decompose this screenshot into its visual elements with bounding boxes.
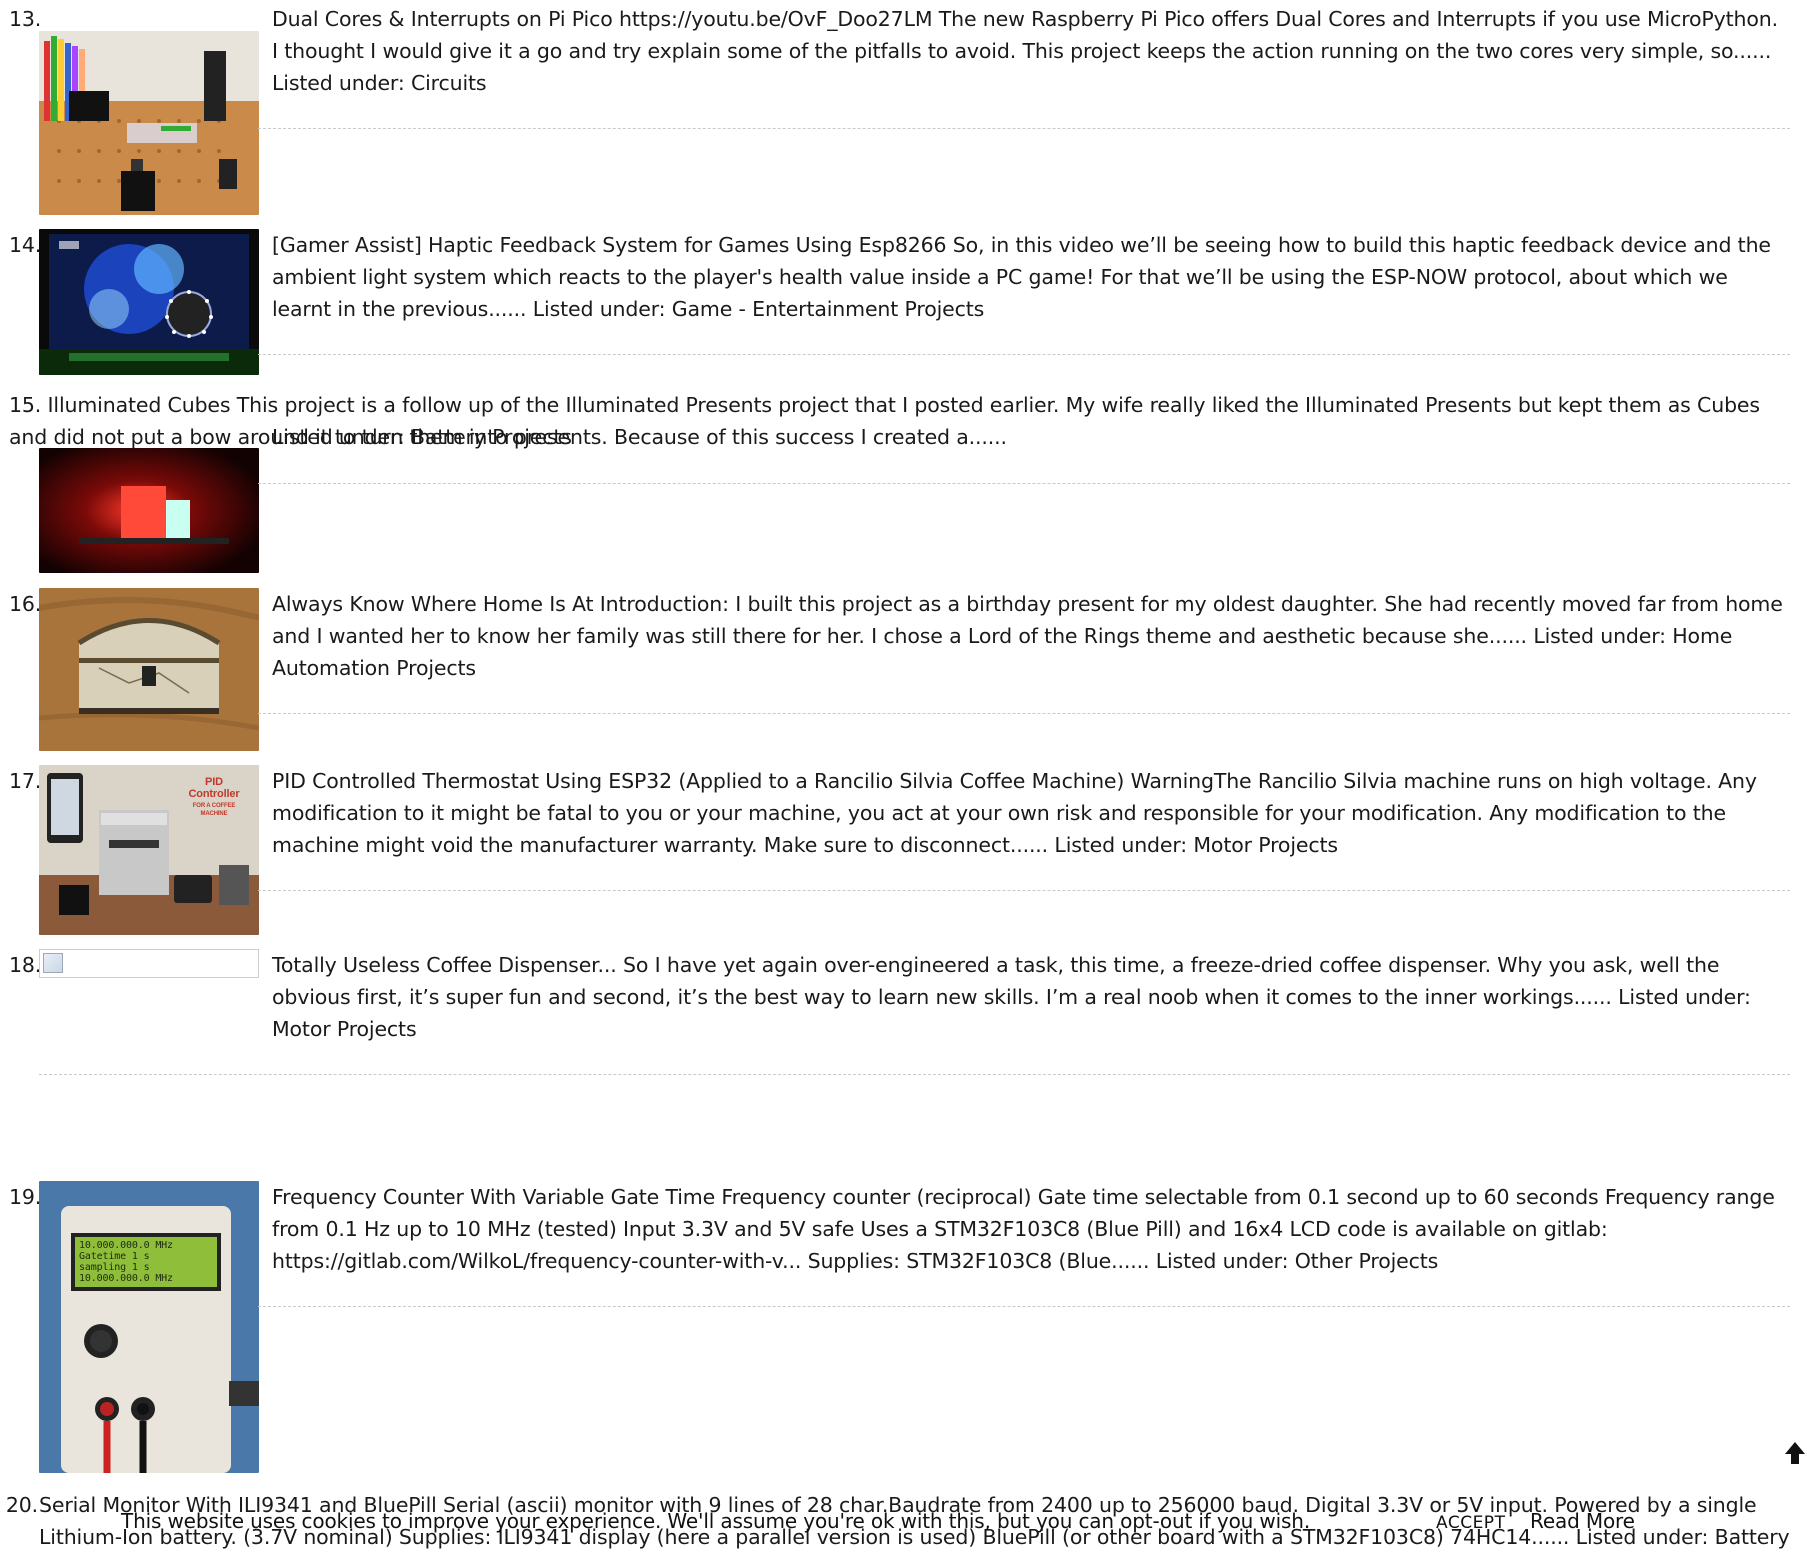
- item-separator: [258, 483, 1790, 484]
- item-category[interactable]: Listed under: Circuits: [272, 71, 487, 95]
- item-category[interactable]: Listed under: Motor Projects: [1054, 833, 1338, 857]
- pi-pico-board-photo[interactable]: [39, 31, 259, 215]
- coffee-machine-photo[interactable]: PID Controller FOR A COFFEE MACHINE: [39, 765, 259, 935]
- frequency-counter-photo[interactable]: 10.000.000.0 MHz Gatetime 1 s sampling 1…: [39, 1181, 259, 1473]
- lcd-line-4: 10.000.000.0 MHz: [79, 1273, 173, 1284]
- item-link[interactable]: Totally Useless Coffee Dispenser... So I…: [272, 953, 1719, 1009]
- cookie-bar: This website uses cookies to improve you…: [0, 1508, 1807, 1546]
- cookie-message: This website uses cookies to improve you…: [121, 1509, 1311, 1533]
- item-link[interactable]: Dual Cores & Interrupts on Pi Pico https…: [272, 7, 1778, 63]
- lcd-line-3: sampling 1 s: [79, 1262, 150, 1273]
- glowing-cubes-photo[interactable]: [39, 448, 259, 573]
- gaming-monitor-photo[interactable]: [39, 229, 259, 375]
- item-link[interactable]: [Gamer Assist] Haptic Feedback System fo…: [272, 233, 1771, 321]
- item-number: 19.: [9, 1185, 42, 1209]
- item-description: Always Know Where Home Is At Introductio…: [272, 588, 1790, 684]
- item-description: Dual Cores & Interrupts on Pi Pico https…: [272, 3, 1790, 99]
- caption-line-1: PID: [205, 776, 223, 788]
- image-placeholder-icon: [43, 953, 63, 973]
- item-separator: [258, 354, 1790, 355]
- item-number: 13.: [9, 7, 42, 31]
- item-separator: [258, 1306, 1790, 1307]
- item-description: Totally Useless Coffee Dispenser... So I…: [272, 949, 1790, 1045]
- caption-line-2: Controller: [188, 788, 240, 800]
- item-number: 16.: [9, 592, 42, 616]
- item-category[interactable]: Listed under: Game - Entertainment Proje…: [533, 297, 985, 321]
- treasure-box-photo[interactable]: [39, 588, 259, 751]
- arrow-up-icon: [1785, 1442, 1805, 1464]
- item-separator: [39, 1074, 1790, 1075]
- back-to-top-button[interactable]: [1783, 1438, 1807, 1468]
- broken-image-icon[interactable]: [39, 949, 259, 978]
- lcd-line-2: Gatetime 1 s: [79, 1251, 150, 1262]
- item-category-row: Listed under: Battery Projects: [272, 421, 1790, 453]
- item-number: 18.: [9, 953, 42, 977]
- item-link[interactable]: PID Controlled Thermostat Using ESP32 (A…: [272, 769, 1757, 857]
- item-number: 17.: [9, 769, 42, 793]
- item-description: [Gamer Assist] Haptic Feedback System fo…: [272, 229, 1790, 325]
- item-description: PID Controlled Thermostat Using ESP32 (A…: [272, 765, 1790, 861]
- item-number: 14.: [9, 233, 42, 257]
- caption-line-3: FOR A COFFEE: [193, 803, 236, 809]
- item-category[interactable]: Listed under: Other Projects: [1156, 1249, 1439, 1273]
- read-more-link[interactable]: Read More: [1530, 1510, 1635, 1532]
- item-category[interactable]: Listed under: Battery Projects: [272, 425, 572, 449]
- item-description: Frequency Counter With Variable Gate Tim…: [272, 1181, 1790, 1277]
- item-number: 15.: [9, 393, 42, 417]
- accept-button[interactable]: ACCEPT: [1436, 1512, 1505, 1534]
- item-separator: [258, 128, 1790, 129]
- item-link[interactable]: Frequency Counter With Variable Gate Tim…: [272, 1185, 1775, 1273]
- item-separator: [258, 713, 1790, 714]
- caption-line-4: MACHINE: [201, 811, 228, 817]
- lcd-line-1: 10.000.000.0 MHz: [79, 1240, 173, 1251]
- item-separator: [258, 890, 1790, 891]
